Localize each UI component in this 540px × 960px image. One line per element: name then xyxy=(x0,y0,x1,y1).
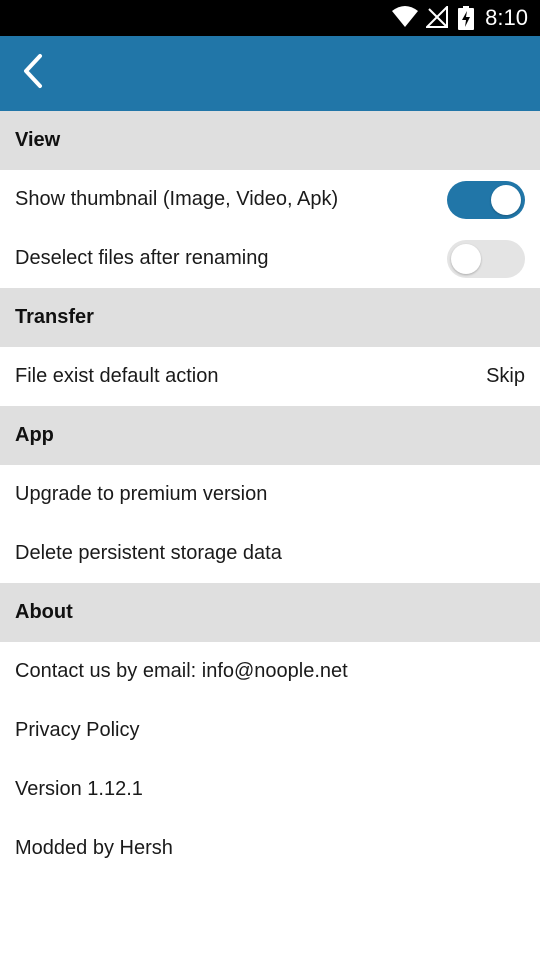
setting-label: Show thumbnail (Image, Video, Apk) xyxy=(15,188,339,210)
setting-contact-email[interactable]: Contact us by email: info@noople.net xyxy=(0,642,540,701)
no-signal-icon xyxy=(424,4,448,33)
section-header-about: About xyxy=(0,583,540,642)
status-bar: 8:10 xyxy=(0,0,540,36)
battery-charging-icon xyxy=(458,6,474,35)
setting-modded-by[interactable]: Modded by Hersh xyxy=(0,819,540,878)
setting-label: File exist default action xyxy=(15,365,219,387)
chevron-left-icon xyxy=(20,53,46,94)
toggle-knob xyxy=(491,184,521,215)
setting-label: Modded by Hersh xyxy=(15,837,173,859)
show-thumbnail-toggle[interactable] xyxy=(447,180,525,219)
setting-version[interactable]: Version 1.12.1 xyxy=(0,760,540,819)
setting-upgrade-premium[interactable]: Upgrade to premium version xyxy=(0,465,540,524)
back-button[interactable] xyxy=(10,50,56,96)
setting-label: Contact us by email: info@noople.net xyxy=(15,660,348,682)
wifi-icon xyxy=(392,6,418,33)
setting-show-thumbnail[interactable]: Show thumbnail (Image, Video, Apk) xyxy=(0,170,540,229)
setting-label: Deselect files after renaming xyxy=(15,247,269,269)
section-header-view: View xyxy=(0,111,540,170)
setting-privacy-policy[interactable]: Privacy Policy xyxy=(0,701,540,760)
toggle-knob xyxy=(451,243,481,274)
section-header-transfer: Transfer xyxy=(0,288,540,347)
setting-label: Version 1.12.1 xyxy=(15,778,143,800)
setting-label: Privacy Policy xyxy=(15,719,140,741)
setting-deselect-files[interactable]: Deselect files after renaming xyxy=(0,229,540,288)
setting-value: Skip xyxy=(486,365,525,387)
section-header-app: App xyxy=(0,406,540,465)
setting-delete-storage[interactable]: Delete persistent storage data xyxy=(0,524,540,583)
app-bar xyxy=(0,36,540,111)
setting-label: Upgrade to premium version xyxy=(15,483,268,505)
settings-list: View Show thumbnail (Image, Video, Apk) … xyxy=(0,111,540,878)
setting-file-exist-action[interactable]: File exist default action Skip xyxy=(0,347,540,406)
deselect-files-toggle[interactable] xyxy=(447,239,525,278)
setting-label: Delete persistent storage data xyxy=(15,542,282,564)
clock: 8:10 xyxy=(485,5,528,30)
